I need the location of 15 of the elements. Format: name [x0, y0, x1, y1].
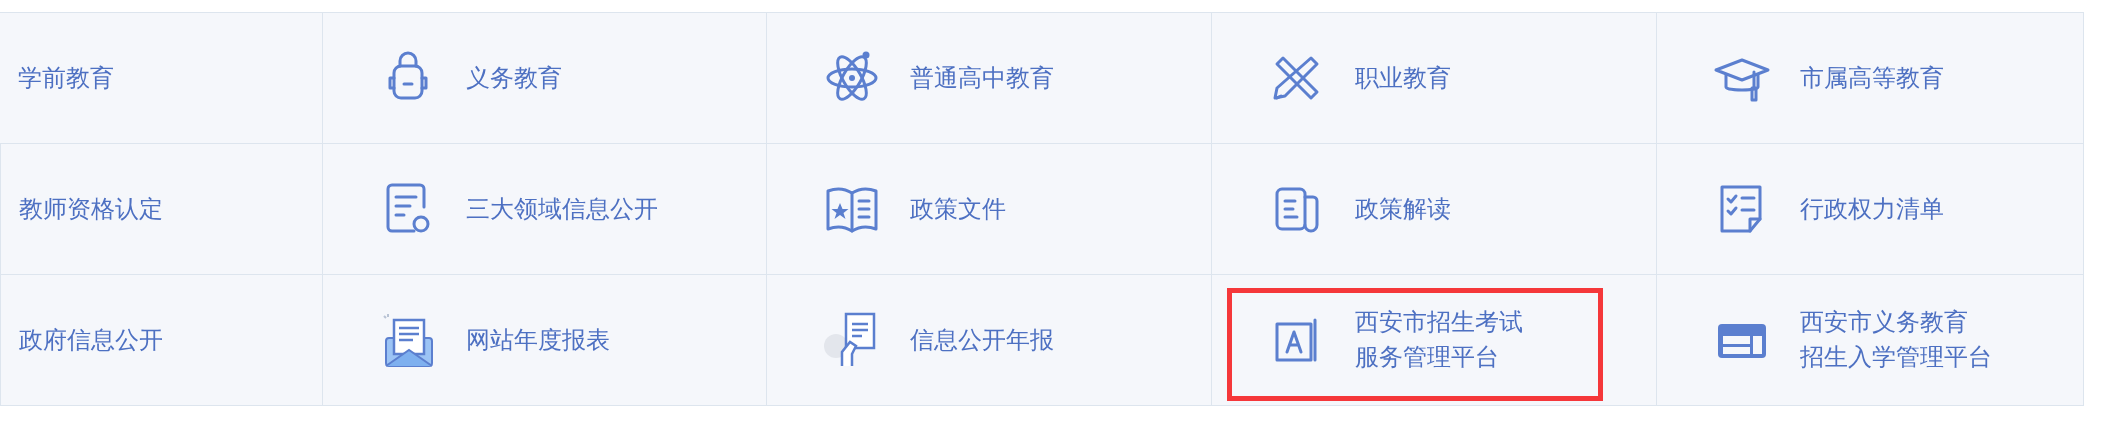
nav-link[interactable]: 行政权力清单 [1656, 144, 2084, 275]
nav-link[interactable]: 职业教育 [1211, 13, 1656, 144]
nav-link[interactable]: 西安市义务教育 招生入学管理平台 [1656, 275, 2084, 406]
nav-link[interactable]: 西安市招生考试 服务管理平台 [1211, 275, 1656, 406]
nav-link[interactable]: 市属高等教育 [1656, 13, 2084, 144]
nav-link[interactable]: 政策文件 [766, 144, 1211, 275]
category-label: 学前教育 [18, 62, 114, 94]
nav-link[interactable]: 三大领域信息公开 [322, 144, 766, 275]
nav-link[interactable]: 信息公开年报 [766, 275, 1211, 406]
nav-link[interactable]: 普通高中教育 [766, 13, 1211, 144]
nav-link[interactable]: 义务教育 [322, 13, 766, 144]
category-label: 政府信息公开 [19, 324, 163, 356]
nav-link[interactable]: 网站年度报表 [322, 275, 766, 406]
nav-link[interactable]: 政策解读 [1211, 144, 1656, 275]
category-label: 教师资格认定 [19, 193, 163, 225]
